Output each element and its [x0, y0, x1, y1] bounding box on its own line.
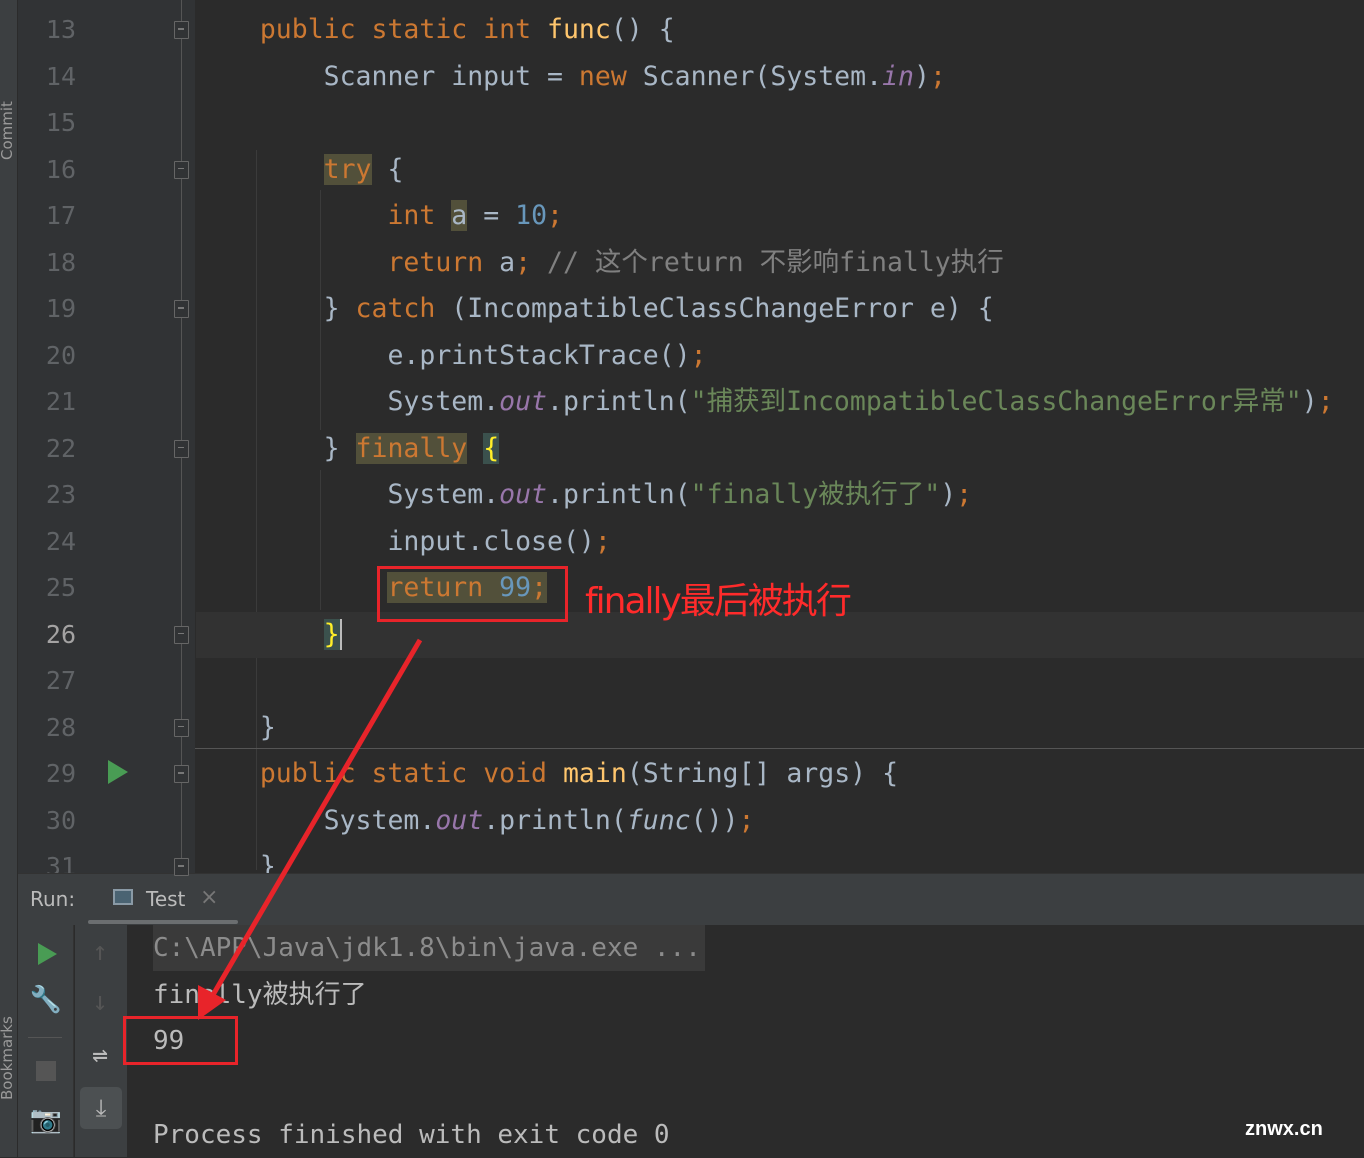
fold-marker-icon[interactable]	[174, 858, 189, 876]
watermark: znwx.cn	[1245, 1118, 1323, 1140]
arrow-shaft	[207, 638, 423, 1002]
annotation-arrow	[198, 638, 423, 1020]
fold-marker-icon[interactable]	[174, 625, 189, 644]
arrow-head	[198, 985, 226, 1020]
fold-marker-icon[interactable]	[174, 718, 189, 737]
fold-marker-icon[interactable]	[174, 439, 189, 458]
fold-marker-icon[interactable]	[174, 300, 189, 318]
fold-marker-icon[interactable]	[174, 160, 189, 179]
fold-marker-icon[interactable]	[174, 765, 189, 783]
fold-marker-icon[interactable]	[174, 21, 189, 39]
